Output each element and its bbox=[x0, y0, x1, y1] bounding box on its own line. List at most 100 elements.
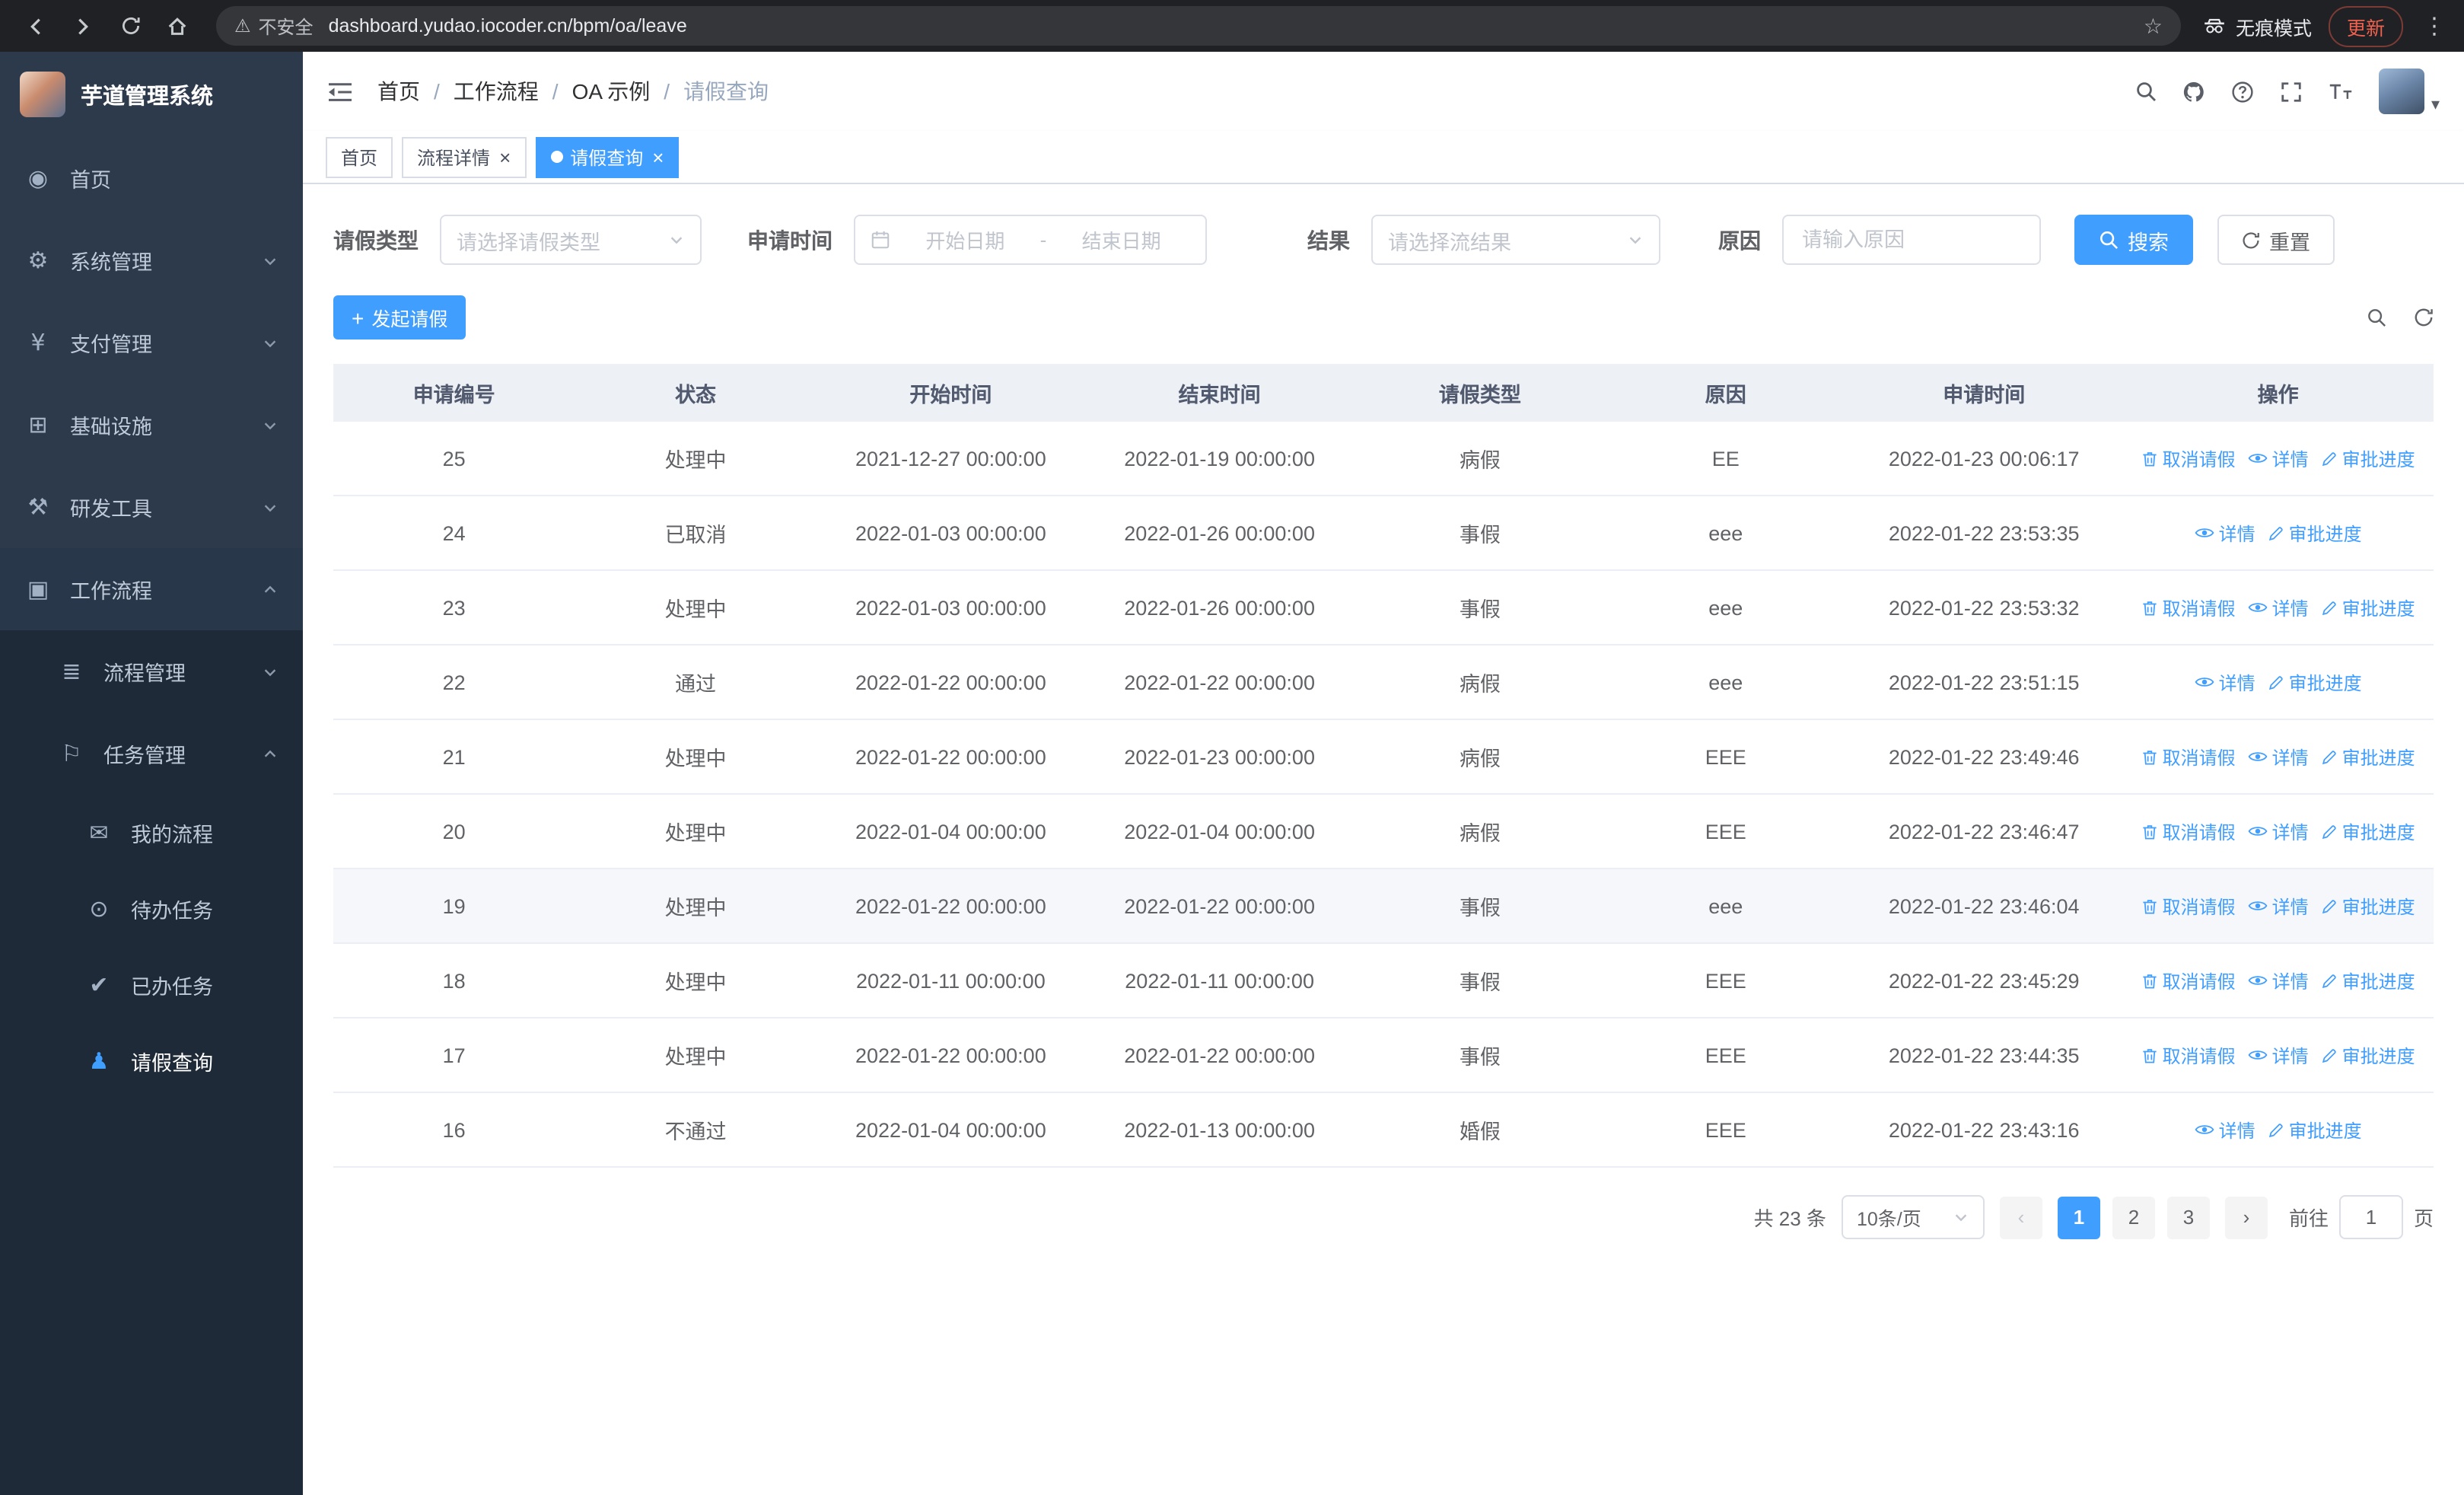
cell-actions: 详情 审批进度 bbox=[2122, 669, 2433, 695]
detail-link[interactable]: 详情 bbox=[2195, 520, 2255, 546]
url-text[interactable]: dashboard.yudao.iocoder.cn/bpm/oa/leave bbox=[329, 15, 2144, 37]
sidebar-item[interactable]: ⚙ 系统管理 bbox=[0, 219, 303, 301]
toggle-search-icon[interactable] bbox=[2367, 308, 2386, 327]
audit-progress-link[interactable]: 审批进度 bbox=[2268, 669, 2362, 695]
browser-back-icon[interactable] bbox=[15, 5, 56, 46]
search-button[interactable]: 搜索 bbox=[2074, 215, 2193, 265]
create-leave-button[interactable]: + 发起请假 bbox=[333, 295, 466, 339]
sidebar-item-label: 已办任务 bbox=[131, 976, 213, 999]
detail-link[interactable]: 详情 bbox=[2248, 744, 2309, 770]
github-icon[interactable] bbox=[2183, 80, 2206, 103]
tab[interactable]: 流程详情 × bbox=[402, 136, 527, 177]
breadcrumb-item[interactable]: 首页 bbox=[377, 76, 420, 107]
browser-update-button[interactable]: 更新 bbox=[2328, 5, 2403, 46]
tab[interactable]: 首页 bbox=[326, 136, 393, 177]
reason-input[interactable] bbox=[1782, 215, 2041, 265]
cell-start-time: 2021-12-27 00:00:00 bbox=[855, 447, 1046, 470]
breadcrumb-item[interactable]: 请假查询 bbox=[683, 76, 769, 107]
font-size-icon[interactable] bbox=[2329, 81, 2354, 101]
page-size-select[interactable]: 10条/页 bbox=[1841, 1195, 1985, 1239]
sidebar-item[interactable]: ⊙ 待办任务 bbox=[0, 871, 303, 947]
browser-refresh-icon[interactable] bbox=[110, 5, 151, 46]
cell-reason: EEE bbox=[1705, 745, 1746, 768]
eye-icon bbox=[2248, 752, 2268, 761]
cancel-leave-link[interactable]: 取消请假 bbox=[2141, 744, 2236, 770]
address-bar[interactable]: ⚠ 不安全 dashboard.yudao.iocoder.cn/bpm/oa/… bbox=[216, 6, 2181, 46]
page-number-button[interactable]: 2 bbox=[2112, 1196, 2155, 1238]
sidebar-item-label: 请假查询 bbox=[131, 1052, 213, 1075]
tab-close-icon[interactable]: × bbox=[652, 147, 664, 167]
result-select[interactable]: 请选择流结果 bbox=[1371, 215, 1660, 265]
browser-forward-icon[interactable] bbox=[62, 5, 103, 46]
audit-progress-link[interactable]: 审批进度 bbox=[2321, 445, 2415, 471]
tab[interactable]: 请假查询 × bbox=[535, 136, 680, 177]
apply-time-range-picker[interactable]: 开始日期 - 结束日期 bbox=[854, 215, 1207, 265]
leave-type-select[interactable]: 请选择请假类型 bbox=[440, 215, 702, 265]
audit-progress-link[interactable]: 审批进度 bbox=[2321, 594, 2415, 620]
cell-reason: EE bbox=[1711, 447, 1740, 470]
browser-home-icon[interactable] bbox=[157, 5, 198, 46]
detail-link[interactable]: 详情 bbox=[2248, 1042, 2309, 1068]
detail-link[interactable]: 详情 bbox=[2248, 445, 2309, 471]
sidebar-item[interactable]: ✉ 我的流程 bbox=[0, 795, 303, 871]
sidebar-item[interactable]: ✔ 已办任务 bbox=[0, 947, 303, 1023]
navbar-actions: ▾ bbox=[2136, 69, 2440, 114]
breadcrumb-item[interactable]: 工作流程 bbox=[454, 76, 539, 107]
cancel-leave-link[interactable]: 取消请假 bbox=[2141, 893, 2236, 919]
cell-actions: 取消请假 详情 审批进度 bbox=[2122, 744, 2433, 770]
collapse-sidebar-icon[interactable] bbox=[327, 80, 353, 103]
browser-menu-icon[interactable]: ⋮ bbox=[2420, 12, 2449, 40]
sidebar-item[interactable]: ♟ 请假查询 bbox=[0, 1023, 303, 1099]
detail-link[interactable]: 详情 bbox=[2248, 967, 2309, 993]
cancel-leave-link[interactable]: 取消请假 bbox=[2141, 445, 2236, 471]
detail-link[interactable]: 详情 bbox=[2195, 669, 2255, 695]
refresh-table-icon[interactable] bbox=[2414, 308, 2434, 327]
sidebar-item[interactable]: ⊞ 基础设施 bbox=[0, 384, 303, 466]
trash-icon bbox=[2142, 974, 2157, 988]
cancel-leave-link[interactable]: 取消请假 bbox=[2141, 1042, 2236, 1068]
user-menu[interactable]: ▾ bbox=[2379, 69, 2440, 114]
detail-link[interactable]: 详情 bbox=[2248, 818, 2309, 844]
page-number-button[interactable]: 1 bbox=[2057, 1196, 2100, 1238]
todo-task-icon: ⊙ bbox=[89, 895, 109, 923]
audit-progress-link[interactable]: 审批进度 bbox=[2321, 818, 2415, 844]
sidebar-item[interactable]: ⚐ 任务管理 bbox=[0, 712, 303, 795]
edit-pen-icon bbox=[2322, 974, 2336, 988]
prev-page-button[interactable]: ‹ bbox=[1999, 1196, 2042, 1238]
cell-leave-type: 病假 bbox=[1459, 673, 1501, 696]
reset-button[interactable]: 重置 bbox=[2217, 215, 2335, 265]
cell-apply-time: 2022-01-22 23:53:35 bbox=[1888, 521, 2080, 544]
audit-progress-link[interactable]: 审批进度 bbox=[2321, 744, 2415, 770]
sidebar-item-label: 支付管理 bbox=[70, 333, 152, 356]
detail-link[interactable]: 详情 bbox=[2195, 1117, 2255, 1143]
goto-page-input[interactable] bbox=[2338, 1195, 2403, 1239]
tab-close-icon[interactable]: × bbox=[499, 147, 511, 167]
sidebar-item[interactable]: ▣ 工作流程 bbox=[0, 548, 303, 630]
page-number-button[interactable]: 3 bbox=[2166, 1196, 2210, 1238]
audit-progress-link[interactable]: 审批进度 bbox=[2321, 893, 2415, 919]
sidebar-item-label: 工作流程 bbox=[70, 580, 152, 603]
cell-start-time: 2022-01-22 00:00:00 bbox=[855, 671, 1046, 693]
next-page-button[interactable]: › bbox=[2224, 1196, 2268, 1238]
breadcrumb-item[interactable]: OA 示例 bbox=[572, 76, 651, 107]
app-logo[interactable]: 芋道管理系统 bbox=[0, 52, 303, 137]
cancel-leave-link[interactable]: 取消请假 bbox=[2141, 967, 2236, 993]
chevron-down-icon bbox=[262, 334, 279, 351]
bookmark-star-icon[interactable]: ☆ bbox=[2144, 13, 2163, 39]
search-icon[interactable] bbox=[2136, 81, 2157, 102]
cancel-leave-link[interactable]: 取消请假 bbox=[2141, 818, 2236, 844]
detail-link[interactable]: 详情 bbox=[2248, 594, 2309, 620]
audit-progress-link[interactable]: 审批进度 bbox=[2321, 967, 2415, 993]
fullscreen-icon[interactable] bbox=[2281, 80, 2303, 103]
security-warning[interactable]: ⚠ 不安全 bbox=[234, 13, 314, 39]
audit-progress-link[interactable]: 审批进度 bbox=[2268, 1117, 2362, 1143]
audit-progress-link[interactable]: 审批进度 bbox=[2321, 1042, 2415, 1068]
sidebar-item[interactable]: ⚒ 研发工具 bbox=[0, 466, 303, 548]
sidebar-item[interactable]: ¥ 支付管理 bbox=[0, 301, 303, 384]
detail-link[interactable]: 详情 bbox=[2248, 893, 2309, 919]
help-icon[interactable] bbox=[2232, 80, 2255, 103]
cancel-leave-link[interactable]: 取消请假 bbox=[2141, 594, 2236, 620]
sidebar-item[interactable]: ≣ 流程管理 bbox=[0, 630, 303, 712]
audit-progress-link[interactable]: 审批进度 bbox=[2268, 520, 2362, 546]
sidebar-item[interactable]: ◉ 首页 bbox=[0, 137, 303, 219]
